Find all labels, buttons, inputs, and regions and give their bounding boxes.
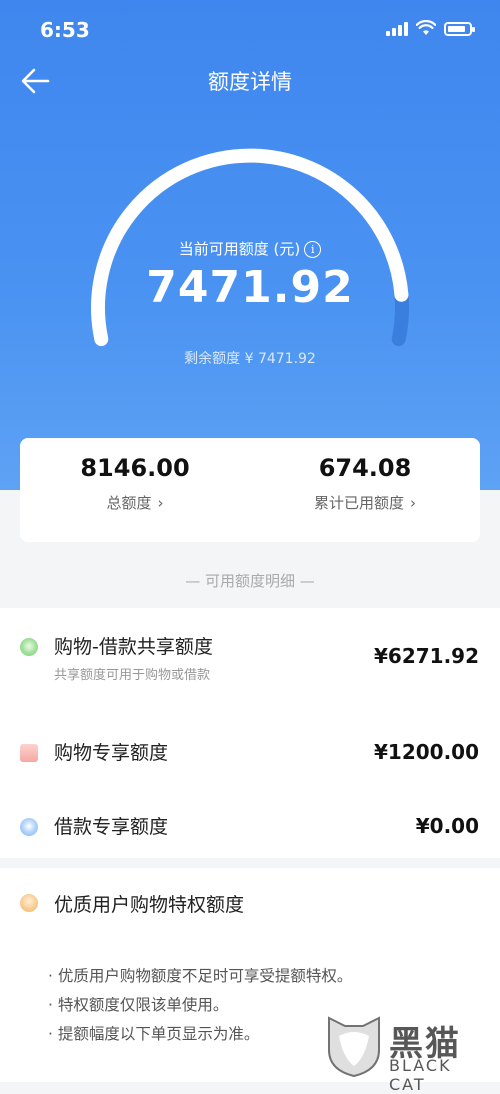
detail-subtitle: 共享额度可用于购物或借款 [54, 668, 211, 683]
info-icon[interactable]: i [304, 241, 322, 258]
total-credit-value: 8146.00 [80, 454, 190, 482]
premium-note: · 特权额度仅限该单使用。 [48, 996, 229, 1014]
detail-row-shared[interactable]: 购物-借款共享额度 共享额度可用于购物或借款 ¥6271.92 [0, 608, 500, 700]
premium-notes: · 优质用户购物额度不足时可享受提额特权。 · 特权额度仅限该单使用。 · 提额… [48, 962, 352, 1049]
loan-diamond-icon [20, 818, 38, 836]
chevron-right-icon: › [410, 494, 416, 512]
shared-credit-icon [20, 638, 38, 656]
detail-title: 购物-借款共享额度 [54, 636, 213, 658]
used-credit-value: 674.08 [318, 454, 412, 482]
total-credit-label: 总额度 › [20, 492, 250, 513]
available-credit-amount: 7471.92 [146, 262, 354, 313]
used-credit-label-text: 累计已用额度 [313, 494, 404, 512]
premium-badge-icon [20, 894, 38, 912]
total-credit-label-text: 总额度 [106, 494, 152, 512]
watermark-subtext: BLACK CAT [389, 1056, 452, 1094]
shopping-bag-icon [20, 744, 38, 762]
premium-title: 优质用户购物特权额度 [54, 894, 245, 916]
premium-note: · 提额幅度以下单页显示为准。 [48, 1025, 260, 1043]
section-title: — 可用额度明细 — [185, 572, 315, 590]
detail-amount: ¥0.00 [415, 814, 479, 838]
available-credit-label-text: 当前可用额度 (元) [178, 240, 301, 258]
cat-shield-icon [328, 1016, 380, 1078]
credit-summary-card: 8146.00 总额度 › 674.08 累计已用额度 › [20, 438, 480, 542]
remaining-credit-text: 剩余额度 ¥ 7471.92 [184, 351, 316, 367]
detail-amount: ¥1200.00 [373, 740, 479, 764]
black-cat-watermark: 黑猫 BLACK CAT [325, 1014, 490, 1094]
detail-title: 借款专享额度 [54, 816, 169, 838]
detail-row-loan[interactable]: 借款专享额度 ¥0.00 [0, 778, 500, 858]
chevron-right-icon: › [157, 494, 164, 512]
total-credit-item[interactable]: 8146.00 总额度 › [20, 438, 250, 542]
credit-detail-list: 购物-借款共享额度 共享额度可用于购物或借款 ¥6271.92 购物专享额度 ¥… [0, 608, 500, 858]
detail-row-shopping[interactable]: 购物专享额度 ¥1200.00 [0, 700, 500, 778]
detail-amount: ¥6271.92 [373, 644, 479, 668]
used-credit-item[interactable]: 674.08 累计已用额度 › [250, 438, 480, 542]
premium-note: · 优质用户购物额度不足时可享受提额特权。 [48, 967, 353, 985]
used-credit-label: 累计已用额度 › [250, 492, 480, 513]
available-credit-label: 当前可用额度 (元) i [0, 238, 500, 259]
detail-title: 购物专享额度 [54, 742, 169, 764]
